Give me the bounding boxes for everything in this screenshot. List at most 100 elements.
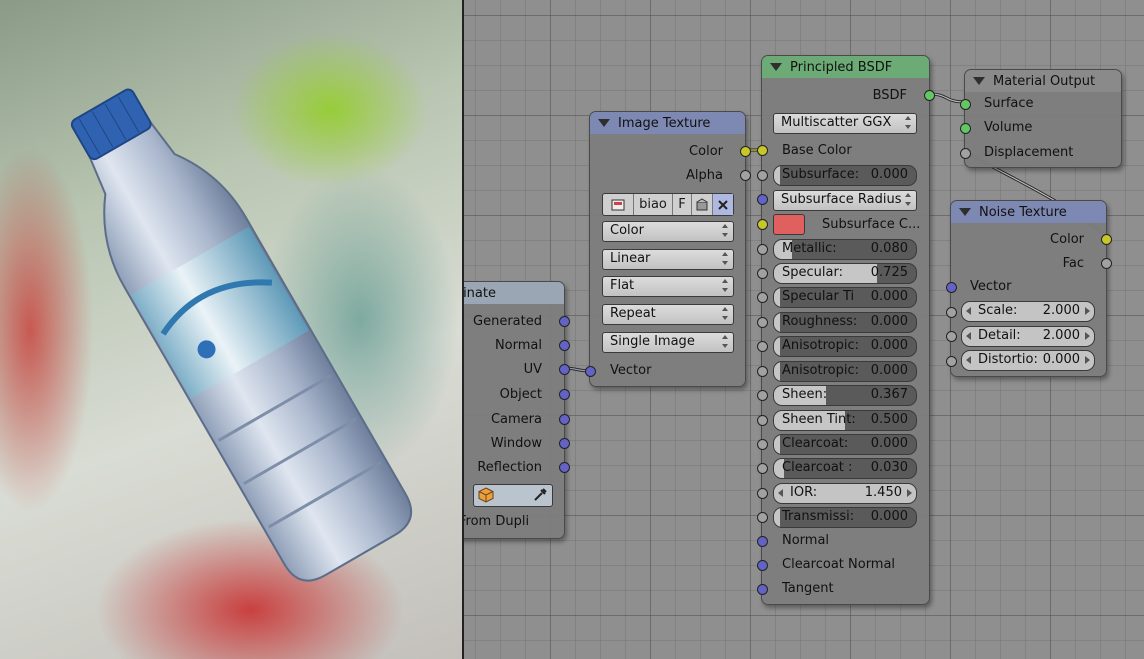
socket-uv[interactable] — [559, 364, 570, 375]
image-datablock-selector[interactable]: biao F — [602, 193, 734, 216]
source-dropdown[interactable]: Single Image — [602, 332, 734, 353]
distortion-field[interactable]: Distortio: 0.000 — [961, 350, 1095, 371]
object-field[interactable] — [473, 484, 553, 507]
subsurface-method-dropdown[interactable]: Subsurface Radius — [773, 190, 917, 211]
sheen-slider[interactable]: Sheen: 0.367 — [773, 385, 917, 406]
collapse-triangle-icon[interactable] — [598, 119, 610, 127]
socket-roughness[interactable] — [757, 317, 768, 328]
image-browse-button[interactable] — [603, 194, 634, 215]
noise-texture-header[interactable]: Noise Texture — [951, 201, 1106, 223]
image-texture-node[interactable]: Image Texture Color Alpha biao F Color L… — [585, 111, 751, 387]
noise-texture-node[interactable]: Noise Texture Color Fac Vector Scale: 2.0… — [946, 200, 1112, 377]
socket-subsurface-radius[interactable] — [757, 194, 768, 205]
texture-coordinate-node[interactable]: Texture Coordinate Generated Normal UV O… — [464, 281, 570, 539]
increment-arrow-icon[interactable] — [1085, 332, 1090, 340]
socket-specular[interactable] — [757, 268, 768, 279]
pack-button[interactable] — [692, 194, 713, 215]
texture-coordinate-header[interactable]: Texture Coordinate — [464, 282, 564, 304]
image-texture-header[interactable]: Image Texture — [590, 112, 745, 134]
anisotropic-rotation-slider[interactable]: Anisotropic: 0.000 — [773, 361, 917, 382]
socket-clearcoat[interactable] — [757, 439, 768, 450]
socket-tangent[interactable] — [757, 584, 768, 595]
clearcoat-slider[interactable]: Clearcoat: 0.000 — [773, 434, 917, 455]
increment-arrow-icon[interactable] — [1085, 356, 1090, 364]
metallic-slider[interactable]: Metallic: 0.080 — [773, 239, 917, 260]
increment-arrow-icon[interactable] — [907, 489, 912, 497]
socket-fac-out[interactable] — [1101, 258, 1112, 269]
socket-specular-tint[interactable] — [757, 292, 768, 303]
decrement-arrow-icon[interactable] — [966, 307, 971, 315]
fake-user-button[interactable]: F — [673, 194, 692, 215]
material-output-header[interactable]: Material Output — [965, 70, 1121, 92]
socket-anisotropic-rotation[interactable] — [757, 366, 768, 377]
socket-camera[interactable] — [559, 414, 570, 425]
interpolation-dropdown[interactable]: Linear — [602, 249, 734, 270]
socket-reflection[interactable] — [559, 462, 570, 473]
socket-anisotropic[interactable] — [757, 341, 768, 352]
output-color: Color — [689, 144, 723, 159]
detail-field[interactable]: Detail: 2.000 — [961, 326, 1095, 347]
principled-bsdf-header[interactable]: Principled BSDF — [762, 56, 929, 78]
socket-transmission[interactable] — [757, 512, 768, 523]
socket-base-color[interactable] — [757, 145, 768, 156]
distribution-dropdown[interactable]: Multiscatter GGX — [773, 113, 917, 134]
decrement-arrow-icon[interactable] — [966, 356, 971, 364]
socket-scale[interactable] — [946, 307, 957, 318]
principled-bsdf-node[interactable]: Principled BSDF BSDF Multiscatter GGX Ba… — [757, 55, 935, 605]
socket-generated[interactable] — [559, 316, 570, 327]
socket-clearcoat-roughness[interactable] — [757, 463, 768, 474]
specular-tint-slider[interactable]: Specular Ti 0.000 — [773, 287, 917, 308]
socket-color-out[interactable] — [740, 146, 751, 157]
roughness-slider[interactable]: Roughness: 0.000 — [773, 312, 917, 333]
collapse-triangle-icon[interactable] — [770, 63, 782, 71]
socket-sheen-tint[interactable] — [757, 415, 768, 426]
specular-slider[interactable]: Specular: 0.725 — [773, 263, 917, 284]
material-output-node[interactable]: Material Output Surface Volume Displacem… — [960, 69, 1122, 168]
socket-subsurface[interactable] — [757, 170, 768, 181]
eyedropper-icon[interactable] — [532, 487, 548, 503]
socket-vector-in[interactable] — [585, 366, 596, 377]
increment-arrow-icon[interactable] — [1085, 307, 1090, 315]
socket-object[interactable] — [559, 389, 570, 400]
socket-metallic[interactable] — [757, 244, 768, 255]
socket-distortion[interactable] — [946, 356, 957, 367]
collapse-triangle-icon[interactable] — [959, 208, 971, 216]
socket-color-out[interactable] — [1101, 234, 1112, 245]
collapse-triangle-icon[interactable] — [973, 77, 985, 85]
node-editor[interactable]: Texture Coordinate Generated Normal UV O… — [464, 0, 1144, 659]
socket-subsurface-color[interactable] — [757, 219, 768, 230]
socket-alpha-out[interactable] — [740, 170, 751, 181]
subsurface-color-swatch[interactable] — [773, 214, 805, 235]
socket-sheen[interactable] — [757, 390, 768, 401]
socket-bsdf-out[interactable] — [924, 90, 935, 101]
render-viewport[interactable] — [0, 0, 462, 659]
ior-field[interactable]: IOR: 1.450 — [773, 483, 917, 504]
decrement-arrow-icon[interactable] — [778, 489, 783, 497]
color-space-dropdown[interactable]: Color — [602, 221, 734, 242]
socket-detail[interactable] — [946, 331, 957, 342]
output-uv: UV — [523, 362, 542, 377]
socket-window[interactable] — [559, 438, 570, 449]
unlink-button[interactable] — [713, 194, 733, 215]
socket-volume[interactable] — [960, 123, 971, 134]
projection-dropdown[interactable]: Flat — [602, 276, 734, 297]
input-normal: Normal — [782, 533, 830, 548]
sheen-tint-slider[interactable]: Sheen Tint: 0.500 — [773, 410, 917, 431]
transmission-slider[interactable]: Transmissi: 0.000 — [773, 507, 917, 528]
from-dupli-checkbox-label[interactable]: From Dupli — [464, 514, 529, 529]
socket-ior[interactable] — [757, 488, 768, 499]
subsurface-slider[interactable]: Subsurface: 0.000 — [773, 165, 917, 186]
scale-field[interactable]: Scale: 2.000 — [961, 301, 1095, 322]
clearcoat-roughness-slider[interactable]: Clearcoat :0.030 — [773, 458, 917, 479]
image-name-field[interactable]: biao — [634, 194, 673, 215]
socket-normal[interactable] — [559, 340, 570, 351]
output-fac: Fac — [1062, 256, 1084, 271]
extension-dropdown[interactable]: Repeat — [602, 304, 734, 325]
socket-clearcoat-normal[interactable] — [757, 560, 768, 571]
decrement-arrow-icon[interactable] — [966, 332, 971, 340]
socket-displacement[interactable] — [960, 148, 971, 159]
anisotropic-slider[interactable]: Anisotropic: 0.000 — [773, 336, 917, 357]
socket-vector-in[interactable] — [946, 282, 957, 293]
socket-surface[interactable] — [960, 99, 971, 110]
socket-normal[interactable] — [757, 536, 768, 547]
